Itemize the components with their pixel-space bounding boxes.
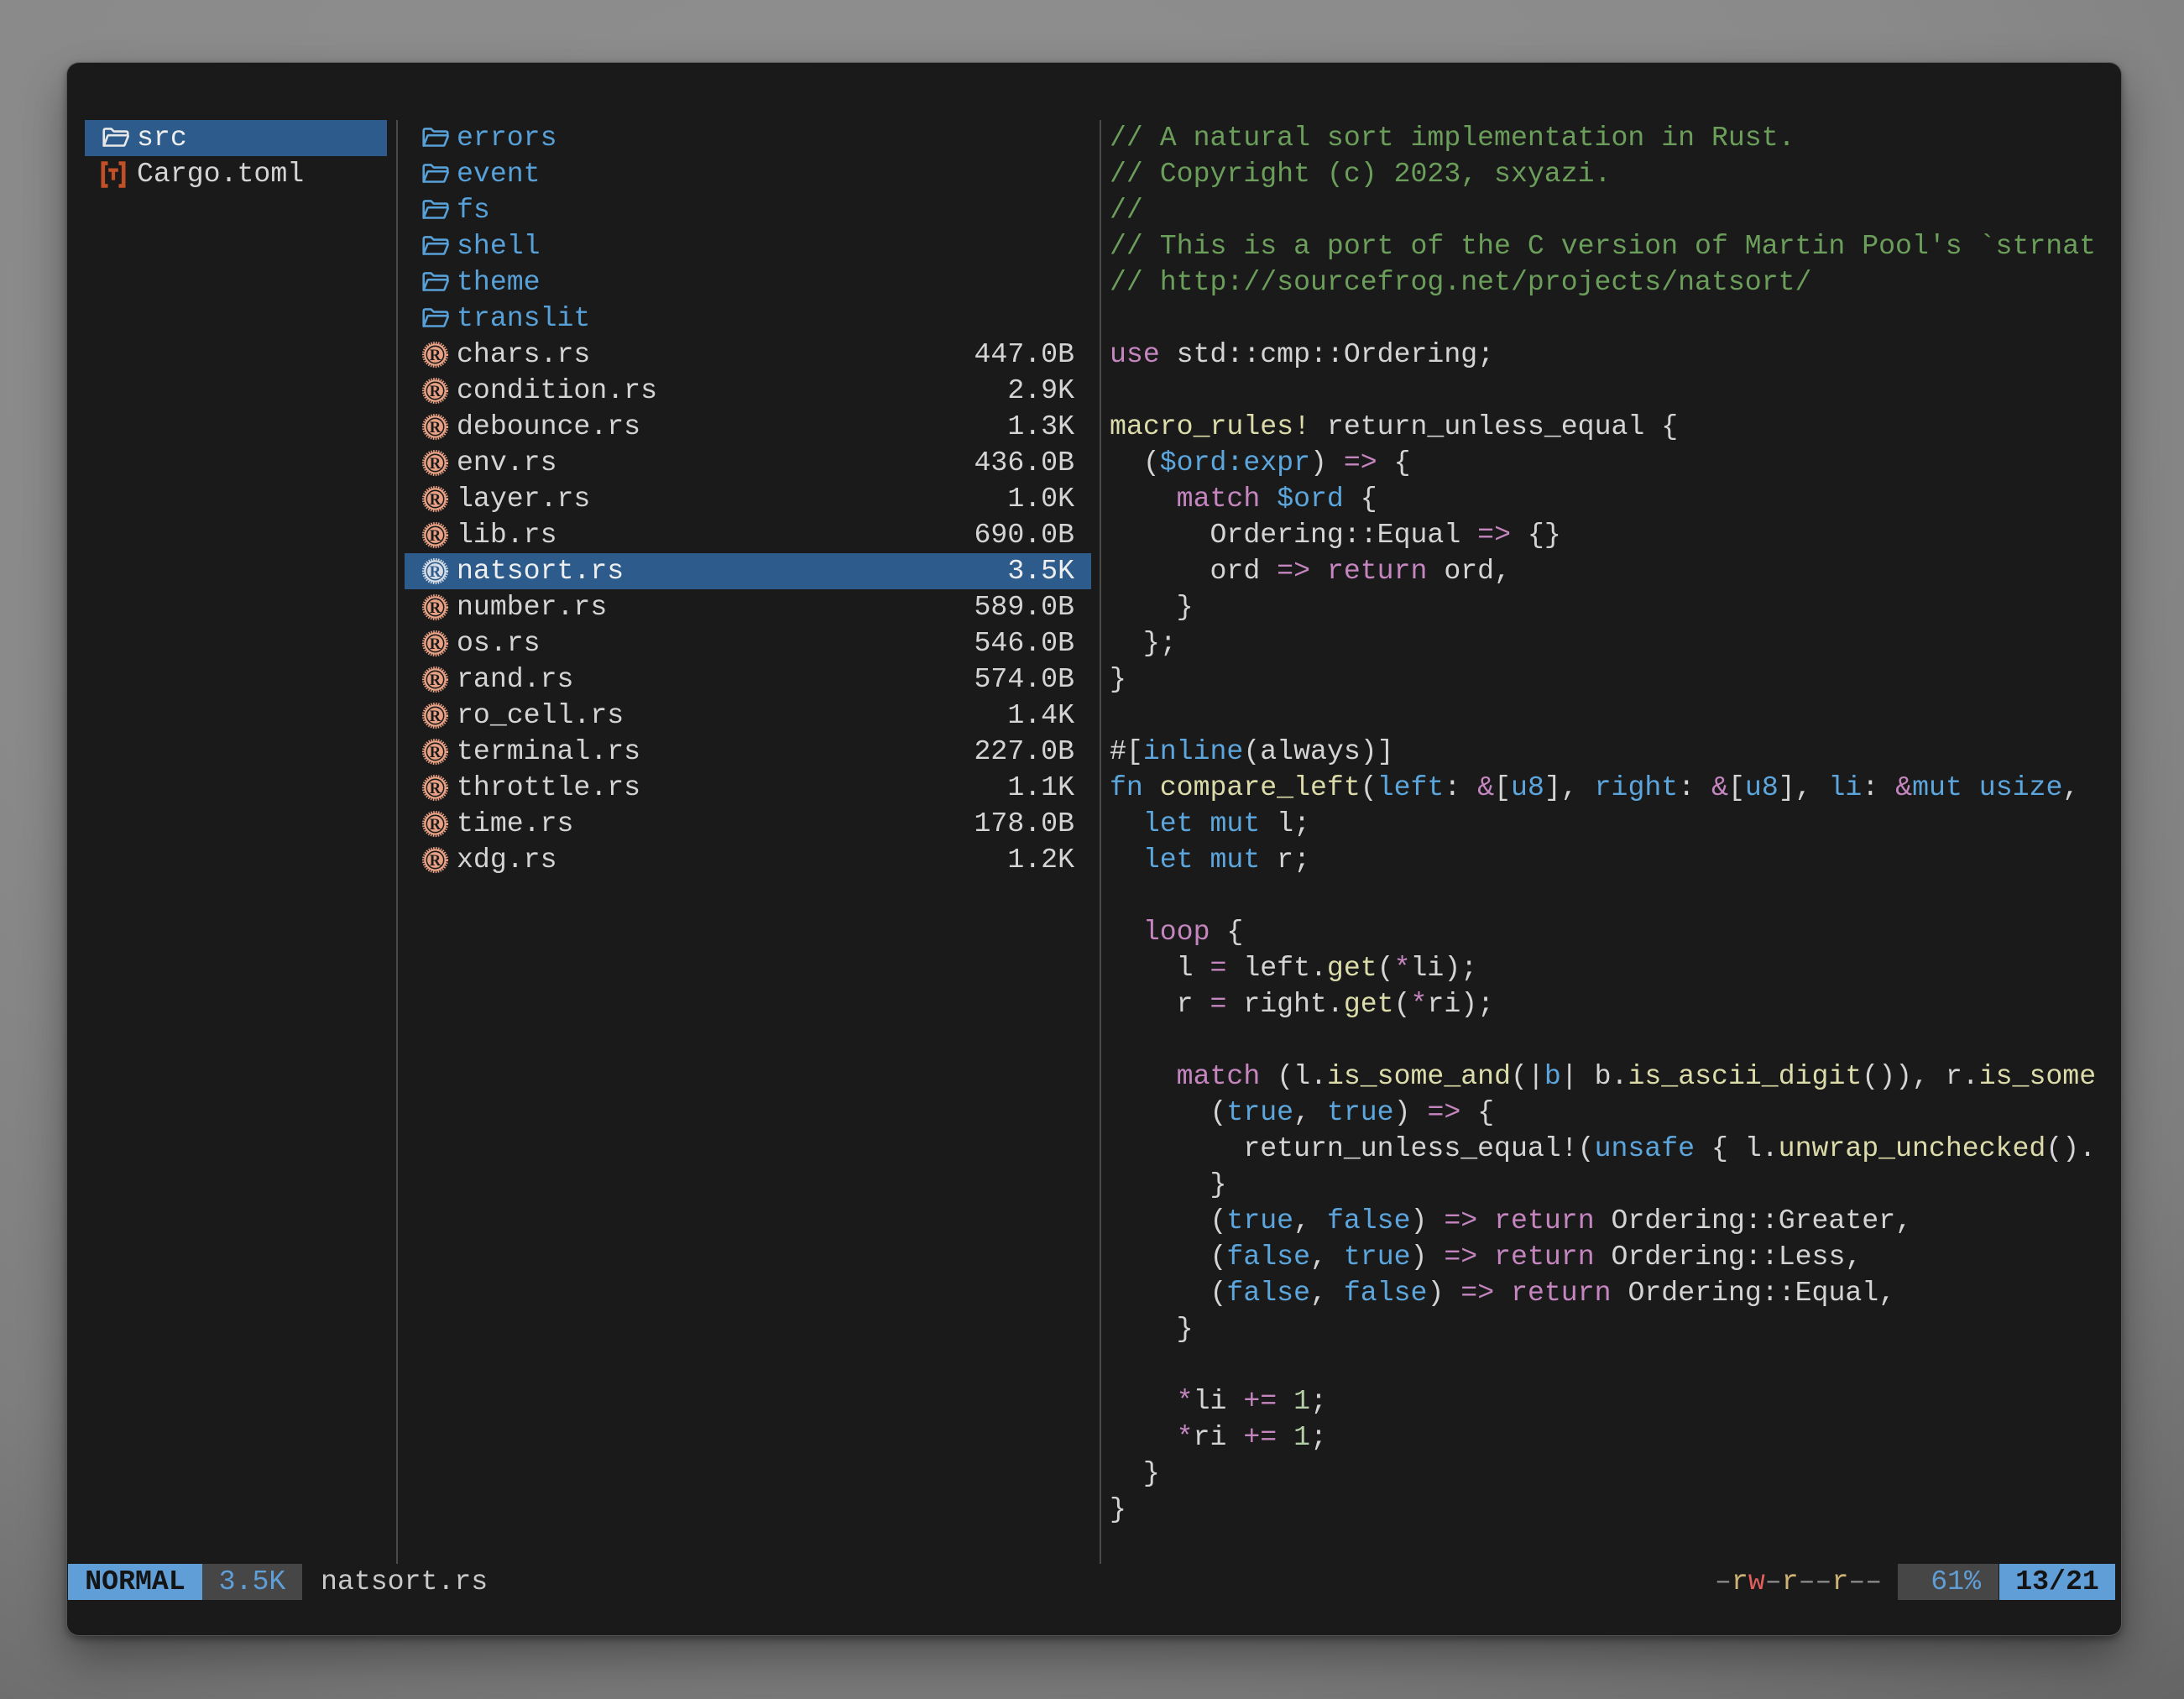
svg-text:R: R [430,780,442,797]
svg-text:R: R [430,635,442,653]
svg-text:R: R [430,527,442,545]
svg-text:R: R [430,491,442,509]
svg-text:R: R [430,744,442,761]
svg-text:R: R [430,599,442,617]
svg-text:R: R [430,383,442,400]
svg-text:R: R [430,708,442,725]
svg-text:R: R [430,852,442,870]
svg-text:R: R [430,455,442,473]
svg-text:R: R [430,563,442,581]
svg-text:R: R [430,347,442,364]
svg-text:R: R [430,672,442,689]
svg-text:R: R [430,419,442,437]
svg-text:R: R [430,816,442,834]
